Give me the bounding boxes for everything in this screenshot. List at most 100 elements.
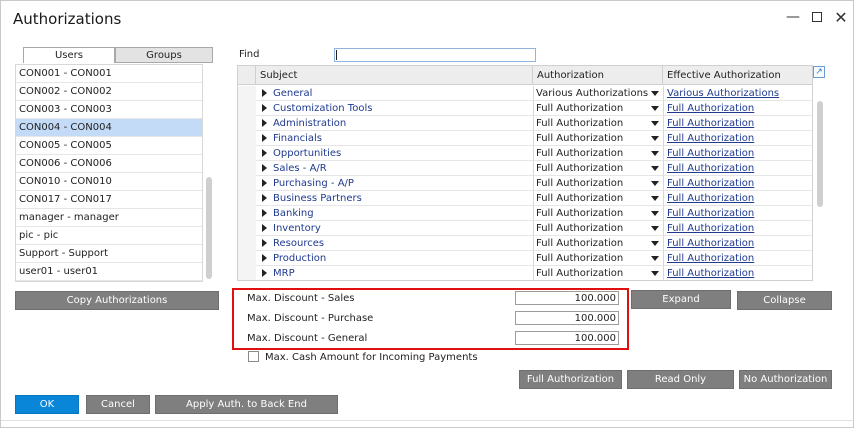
- table-row[interactable]: General Various Authorizations Various A…: [238, 86, 812, 101]
- user-row[interactable]: CON002 - CON002: [16, 83, 202, 101]
- expand-triangle-icon[interactable]: [262, 224, 267, 232]
- authorization-select[interactable]: Full Authorization: [536, 223, 623, 234]
- authorization-select[interactable]: Full Authorization: [536, 238, 623, 249]
- user-row[interactable]: CON003 - CON003: [16, 101, 202, 119]
- authorization-select[interactable]: Full Authorization: [536, 268, 623, 279]
- authorization-select[interactable]: Various Authorizations: [536, 88, 648, 99]
- effective-link[interactable]: Full Authorization: [667, 103, 754, 114]
- user-row[interactable]: Support - Support: [16, 245, 202, 263]
- user-list-scrollbar[interactable]: [206, 177, 212, 279]
- user-row[interactable]: CON010 - CON010: [16, 173, 202, 191]
- expand-triangle-icon[interactable]: [262, 269, 267, 277]
- chevron-down-icon[interactable]: [651, 136, 659, 141]
- table-row[interactable]: Resources Full Authorization Full Author…: [238, 236, 812, 251]
- user-row[interactable]: CON005 - CON005: [16, 137, 202, 155]
- expand-triangle-icon[interactable]: [262, 89, 267, 97]
- collapse-button[interactable]: Collapse: [737, 291, 832, 310]
- effective-link[interactable]: Full Authorization: [667, 118, 754, 129]
- grid-scrollbar[interactable]: [817, 101, 823, 207]
- table-row[interactable]: Purchasing - A/P Full Authorization Full…: [238, 176, 812, 191]
- column-header-effective[interactable]: Effective Authorization: [663, 66, 812, 85]
- chevron-down-icon[interactable]: [651, 256, 659, 261]
- expand-triangle-icon[interactable]: [262, 209, 267, 217]
- cash-amount-checkbox[interactable]: [248, 351, 259, 362]
- minimize-icon[interactable]: —: [783, 7, 803, 27]
- effective-link[interactable]: Full Authorization: [667, 238, 754, 249]
- expand-triangle-icon[interactable]: [262, 104, 267, 112]
- expand-triangle-icon[interactable]: [262, 119, 267, 127]
- authorization-select[interactable]: Full Authorization: [536, 133, 623, 144]
- effective-link[interactable]: Various Authorizations: [667, 88, 779, 99]
- expand-triangle-icon[interactable]: [262, 164, 267, 172]
- table-row[interactable]: Banking Full Authorization Full Authoriz…: [238, 206, 812, 221]
- authorization-select[interactable]: Full Authorization: [536, 178, 623, 189]
- no-authorization-button[interactable]: No Authorization: [739, 370, 832, 389]
- authorization-select[interactable]: Full Authorization: [536, 193, 623, 204]
- expand-triangle-icon[interactable]: [262, 194, 267, 202]
- copy-authorizations-button[interactable]: Copy Authorizations: [15, 291, 219, 310]
- table-row[interactable]: Financials Full Authorization Full Autho…: [238, 131, 812, 146]
- effective-link[interactable]: Full Authorization: [667, 193, 754, 204]
- table-row[interactable]: Sales - A/R Full Authorization Full Auth…: [238, 161, 812, 176]
- chevron-down-icon[interactable]: [651, 226, 659, 231]
- full-authorization-button[interactable]: Full Authorization: [519, 370, 622, 389]
- expand-button[interactable]: Expand: [631, 290, 731, 309]
- user-row[interactable]: manager - manager: [16, 209, 202, 227]
- user-row[interactable]: user01 - user01: [16, 263, 202, 281]
- close-icon[interactable]: ✕: [831, 7, 851, 27]
- column-header-authorization[interactable]: Authorization: [533, 66, 663, 85]
- effective-link[interactable]: Full Authorization: [667, 178, 754, 189]
- effective-link[interactable]: Full Authorization: [667, 148, 754, 159]
- tab-groups[interactable]: Groups: [115, 47, 213, 63]
- chevron-down-icon[interactable]: [651, 181, 659, 186]
- ok-button[interactable]: OK: [15, 395, 79, 414]
- table-row[interactable]: Business Partners Full Authorization Ful…: [238, 191, 812, 206]
- expand-triangle-icon[interactable]: [262, 134, 267, 142]
- effective-link[interactable]: Full Authorization: [667, 133, 754, 144]
- column-header-subject[interactable]: Subject: [256, 66, 533, 85]
- chevron-down-icon[interactable]: [651, 211, 659, 216]
- table-row[interactable]: Administration Full Authorization Full A…: [238, 116, 812, 131]
- user-row[interactable]: CON017 - CON017: [16, 191, 202, 209]
- find-input[interactable]: [334, 48, 536, 62]
- authorization-select[interactable]: Full Authorization: [536, 103, 623, 114]
- effective-link[interactable]: Full Authorization: [667, 253, 754, 264]
- chevron-down-icon[interactable]: [651, 271, 659, 276]
- chevron-down-icon[interactable]: [651, 106, 659, 111]
- expand-triangle-icon[interactable]: [262, 239, 267, 247]
- authorization-select[interactable]: Full Authorization: [536, 118, 623, 129]
- table-row[interactable]: Opportunities Full Authorization Full Au…: [238, 146, 812, 161]
- expand-arrow-icon[interactable]: ↗: [813, 66, 825, 78]
- chevron-down-icon[interactable]: [651, 121, 659, 126]
- expand-triangle-icon[interactable]: [262, 149, 267, 157]
- effective-link[interactable]: Full Authorization: [667, 268, 754, 279]
- expand-triangle-icon[interactable]: [262, 254, 267, 262]
- chevron-down-icon[interactable]: [651, 241, 659, 246]
- user-row-selected[interactable]: CON004 - CON004: [16, 119, 202, 137]
- table-row[interactable]: MRP Full Authorization Full Authorizatio…: [238, 266, 812, 280]
- apply-auth-button[interactable]: Apply Auth. to Back End: [155, 395, 338, 414]
- authorization-select[interactable]: Full Authorization: [536, 253, 623, 264]
- effective-link[interactable]: Full Authorization: [667, 163, 754, 174]
- effective-link[interactable]: Full Authorization: [667, 223, 754, 234]
- authorization-select[interactable]: Full Authorization: [536, 148, 623, 159]
- chevron-down-icon[interactable]: [651, 151, 659, 156]
- read-only-button[interactable]: Read Only: [627, 370, 734, 389]
- maximize-icon[interactable]: [807, 7, 827, 27]
- authorization-select[interactable]: Full Authorization: [536, 163, 623, 174]
- chevron-down-icon[interactable]: [651, 166, 659, 171]
- cancel-button[interactable]: Cancel: [86, 395, 150, 414]
- expand-triangle-icon[interactable]: [262, 179, 267, 187]
- effective-link[interactable]: Full Authorization: [667, 208, 754, 219]
- tab-users[interactable]: Users: [23, 47, 115, 63]
- authorization-select[interactable]: Full Authorization: [536, 208, 623, 219]
- table-row[interactable]: Customization Tools Full Authorization F…: [238, 101, 812, 116]
- chevron-down-icon[interactable]: [651, 196, 659, 201]
- user-row[interactable]: pic - pic: [16, 227, 202, 245]
- subject-label: Production: [273, 252, 327, 264]
- user-row[interactable]: CON001 - CON001: [16, 65, 202, 83]
- table-row[interactable]: Inventory Full Authorization Full Author…: [238, 221, 812, 236]
- user-row[interactable]: CON006 - CON006: [16, 155, 202, 173]
- chevron-down-icon[interactable]: [651, 91, 659, 96]
- table-row[interactable]: Production Full Authorization Full Autho…: [238, 251, 812, 266]
